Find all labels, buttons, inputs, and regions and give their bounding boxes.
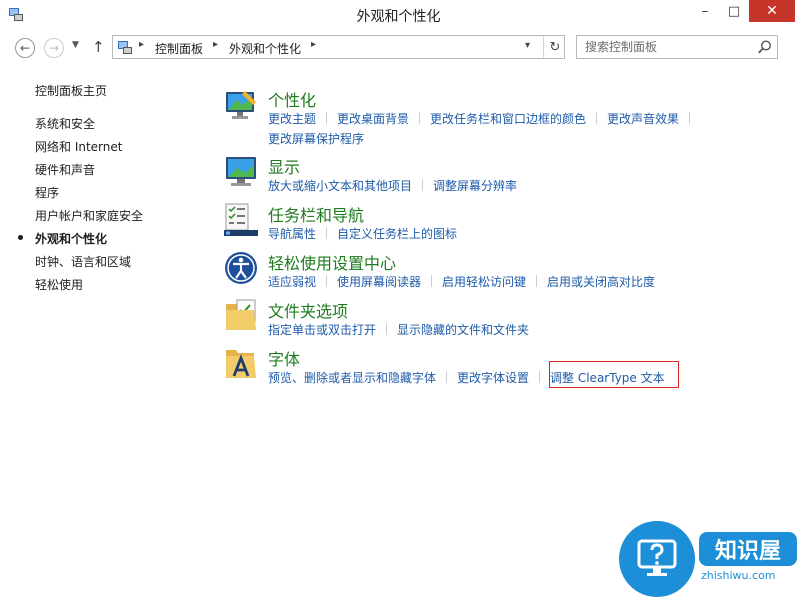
category-links-personalization: 更改主题 更改桌面背景 更改任务栏和窗口边框的颜色 更改声音效果 更改屏幕保护程序 [268, 109, 738, 149]
recent-locations-button[interactable]: ▼ [72, 40, 79, 50]
maximize-button[interactable]: □ [720, 0, 748, 22]
link-separator [326, 227, 328, 239]
link-separator [539, 371, 541, 383]
link-separator [596, 112, 598, 124]
link-separator [326, 275, 328, 287]
category-title-taskbar[interactable]: 任务栏和导航 [268, 202, 364, 226]
navigation-bar: ← → ▼ ↑ ▸ 控制面板 ▸ 外观和个性化 ▸ ▾ ↻ [0, 30, 797, 66]
watermark-brand: 知识屋 [699, 532, 797, 566]
category-links-display: 放大或缩小文本和其他项目 调整屏幕分辨率 [268, 176, 738, 196]
link-text-size[interactable]: 放大或缩小文本和其他项目 [268, 179, 412, 193]
category-title-display[interactable]: 显示 [268, 154, 300, 178]
link-separator [422, 179, 424, 191]
link-show-hidden-files[interactable]: 显示隐藏的文件和文件夹 [397, 323, 529, 337]
link-change-theme[interactable]: 更改主题 [268, 112, 316, 126]
sidebar-item-ease-of-access[interactable]: 轻松使用 [35, 276, 83, 293]
breadcrumb-separator[interactable]: ▸ [213, 39, 218, 50]
sidebar-item-hardware[interactable]: 硬件和声音 [35, 161, 95, 178]
display-icon[interactable] [223, 154, 259, 190]
breadcrumb-separator[interactable]: ▸ [139, 39, 144, 50]
window-title: 外观和个性化 [356, 9, 441, 25]
watermark: 知识屋 zhishiwu.com [619, 521, 797, 597]
link-separator [326, 112, 328, 124]
sidebar-item-network[interactable]: 网络和 Internet [35, 138, 122, 155]
sidebar-item-home[interactable]: 控制面板主页 [35, 82, 107, 99]
sidebar: 控制面板主页 系统和安全 网络和 Internet 硬件和声音 程序 用户帐户和… [0, 66, 210, 597]
search-icon[interactable] [757, 39, 773, 55]
category-links-folder-options: 指定单击或双击打开 显示隐藏的文件和文件夹 [268, 320, 738, 340]
up-button[interactable]: ↑ [92, 38, 105, 56]
link-screen-reader[interactable]: 使用屏幕阅读器 [337, 275, 421, 289]
link-access-keys[interactable]: 启用轻松访问键 [442, 275, 526, 289]
address-history-dropdown[interactable]: ▾ [525, 40, 530, 51]
link-preview-fonts[interactable]: 预览、删除或者显示和隐藏字体 [268, 371, 436, 385]
breadcrumb-appearance[interactable]: 外观和个性化 [229, 40, 301, 57]
link-separator [386, 323, 388, 335]
breadcrumb-control-panel[interactable]: 控制面板 [155, 40, 203, 57]
link-separator [431, 275, 433, 287]
link-change-screensaver[interactable]: 更改屏幕保护程序 [268, 132, 364, 146]
question-monitor-icon [637, 539, 677, 576]
sidebar-item-appearance[interactable]: 外观和个性化 [35, 230, 107, 247]
active-indicator [18, 235, 23, 240]
forward-button[interactable]: → [44, 38, 64, 58]
link-navigation-properties[interactable]: 导航属性 [268, 227, 316, 241]
cleartype-highlight-box [549, 361, 679, 388]
link-change-sounds[interactable]: 更改声音效果 [607, 112, 679, 126]
link-change-background[interactable]: 更改桌面背景 [337, 112, 409, 126]
search-box[interactable] [576, 35, 778, 59]
category-title-folder-options[interactable]: 文件夹选项 [268, 298, 348, 322]
sidebar-item-system-security[interactable]: 系统和安全 [35, 115, 95, 132]
refresh-button[interactable]: ↻ [543, 36, 566, 58]
control-panel-icon [118, 41, 132, 54]
sidebar-item-programs[interactable]: 程序 [35, 184, 59, 201]
link-high-contrast[interactable]: 启用或关闭高对比度 [547, 275, 655, 289]
link-separator [419, 112, 421, 124]
category-links-taskbar: 导航属性 自定义任务栏上的图标 [268, 224, 738, 244]
personalization-icon[interactable] [223, 87, 259, 123]
link-change-color[interactable]: 更改任务栏和窗口边框的颜色 [430, 112, 586, 126]
fonts-icon[interactable] [223, 346, 259, 382]
link-resolution[interactable]: 调整屏幕分辨率 [433, 179, 517, 193]
category-links-ease-of-access: 适应弱视 使用屏幕阅读器 启用轻松访问键 启用或关闭高对比度 [268, 272, 738, 292]
address-box[interactable]: ▸ 控制面板 ▸ 外观和个性化 ▸ ▾ ↻ [112, 35, 565, 59]
ease-of-access-icon[interactable] [223, 250, 259, 286]
link-separator [689, 112, 691, 124]
link-low-vision[interactable]: 适应弱视 [268, 275, 316, 289]
category-title-personalization[interactable]: 个性化 [268, 87, 316, 111]
taskbar-icon[interactable] [223, 202, 259, 238]
link-separator [446, 371, 448, 383]
title-bar: 外观和个性化 – □ ✕ [0, 0, 797, 30]
sidebar-item-clock-language[interactable]: 时钟、语言和区域 [35, 253, 131, 270]
link-customize-taskbar-icons[interactable]: 自定义任务栏上的图标 [337, 227, 457, 241]
watermark-url: zhishiwu.com [701, 569, 776, 582]
search-input[interactable] [585, 38, 745, 56]
category-title-ease-of-access[interactable]: 轻松使用设置中心 [268, 250, 396, 274]
back-button[interactable]: ← [15, 38, 35, 58]
category-title-fonts[interactable]: 字体 [268, 346, 300, 370]
link-single-double-click[interactable]: 指定单击或双击打开 [268, 323, 376, 337]
folder-options-icon[interactable] [223, 298, 259, 334]
close-button[interactable]: ✕ [749, 0, 795, 22]
watermark-logo [619, 521, 695, 597]
link-separator [536, 275, 538, 287]
minimize-button[interactable]: – [691, 0, 719, 22]
sidebar-item-user-accounts[interactable]: 用户帐户和家庭安全 [35, 207, 143, 224]
link-font-settings[interactable]: 更改字体设置 [457, 371, 529, 385]
breadcrumb-separator[interactable]: ▸ [311, 39, 316, 50]
